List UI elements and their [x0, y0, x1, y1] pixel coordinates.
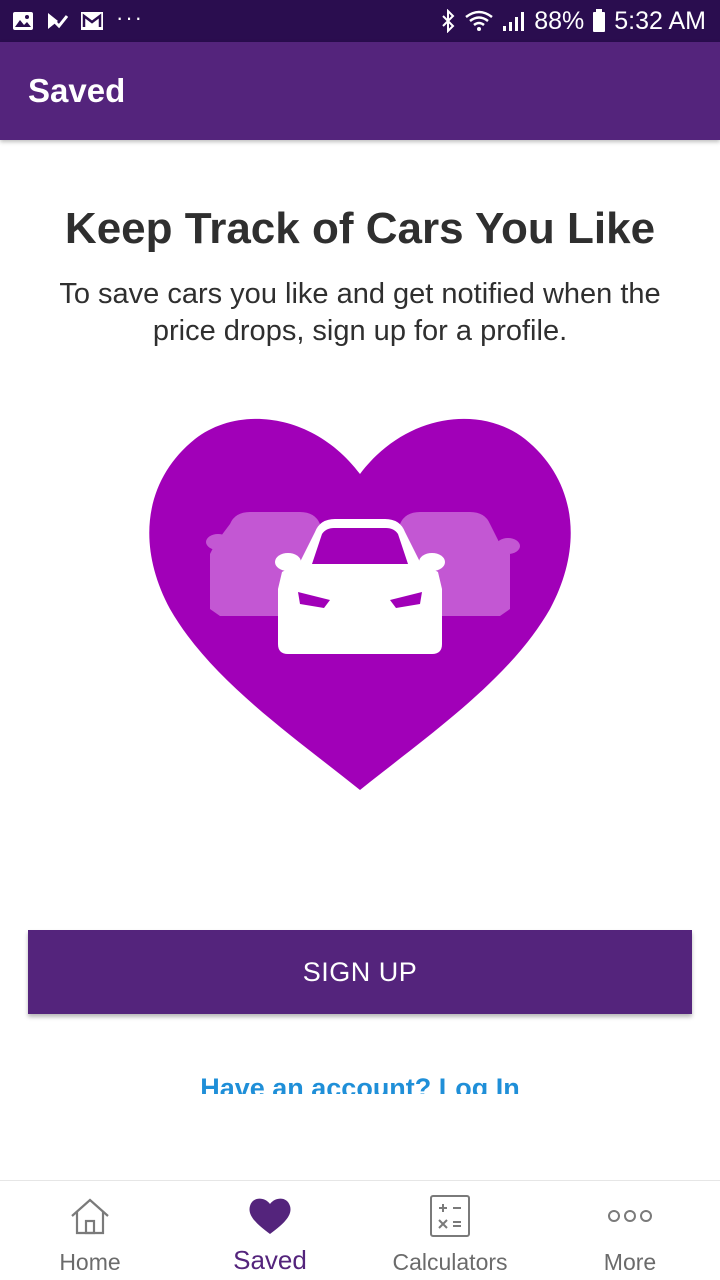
nav-item-more[interactable]: More: [540, 1181, 720, 1280]
gmail-icon: [80, 11, 104, 31]
calculator-icon: [428, 1195, 472, 1237]
bottom-navigation: Home Saved Calculators More: [0, 1180, 720, 1280]
status-bar: ··· 88% 5:32 AM: [0, 0, 720, 42]
empty-state-description: To save cars you like and get notified w…: [59, 278, 661, 347]
nav-item-calculators[interactable]: Calculators: [360, 1181, 540, 1280]
sign-up-button[interactable]: SIGN UP: [28, 930, 692, 1014]
more-dots-icon: ···: [116, 5, 144, 30]
heart-icon: [248, 1195, 292, 1237]
empty-state-heading: Keep Track of Cars You Like: [64, 204, 656, 253]
more-circles-icon: [606, 1195, 654, 1237]
signal-icon: [502, 10, 526, 32]
status-notifications: ···: [12, 7, 144, 31]
app-bar: Saved: [0, 42, 720, 140]
status-system: 88% 5:32 AM: [440, 7, 706, 36]
nav-label-calculators: Calculators: [392, 1249, 508, 1275]
page-title: Saved: [28, 72, 126, 109]
wifi-icon: [464, 10, 494, 32]
clock: 5:32 AM: [614, 6, 706, 35]
nav-label-saved: Saved: [233, 1245, 307, 1275]
task-check-icon: [46, 11, 68, 31]
home-icon: [68, 1195, 112, 1237]
battery-icon: [592, 9, 606, 33]
nav-label-home: Home: [59, 1249, 121, 1275]
image-icon: [12, 11, 34, 31]
heart-with-cars-icon: [140, 404, 580, 794]
bluetooth-icon: [440, 9, 456, 33]
screen: ··· 88% 5:32 AM Saved Keep Track of Cars…: [0, 0, 720, 1280]
log-in-link[interactable]: Have an account? Log In: [0, 1068, 720, 1094]
battery-percent: 88%: [534, 6, 585, 35]
nav-label-more: More: [603, 1249, 657, 1275]
nav-item-saved[interactable]: Saved: [180, 1181, 360, 1280]
nav-item-home[interactable]: Home: [0, 1181, 180, 1280]
